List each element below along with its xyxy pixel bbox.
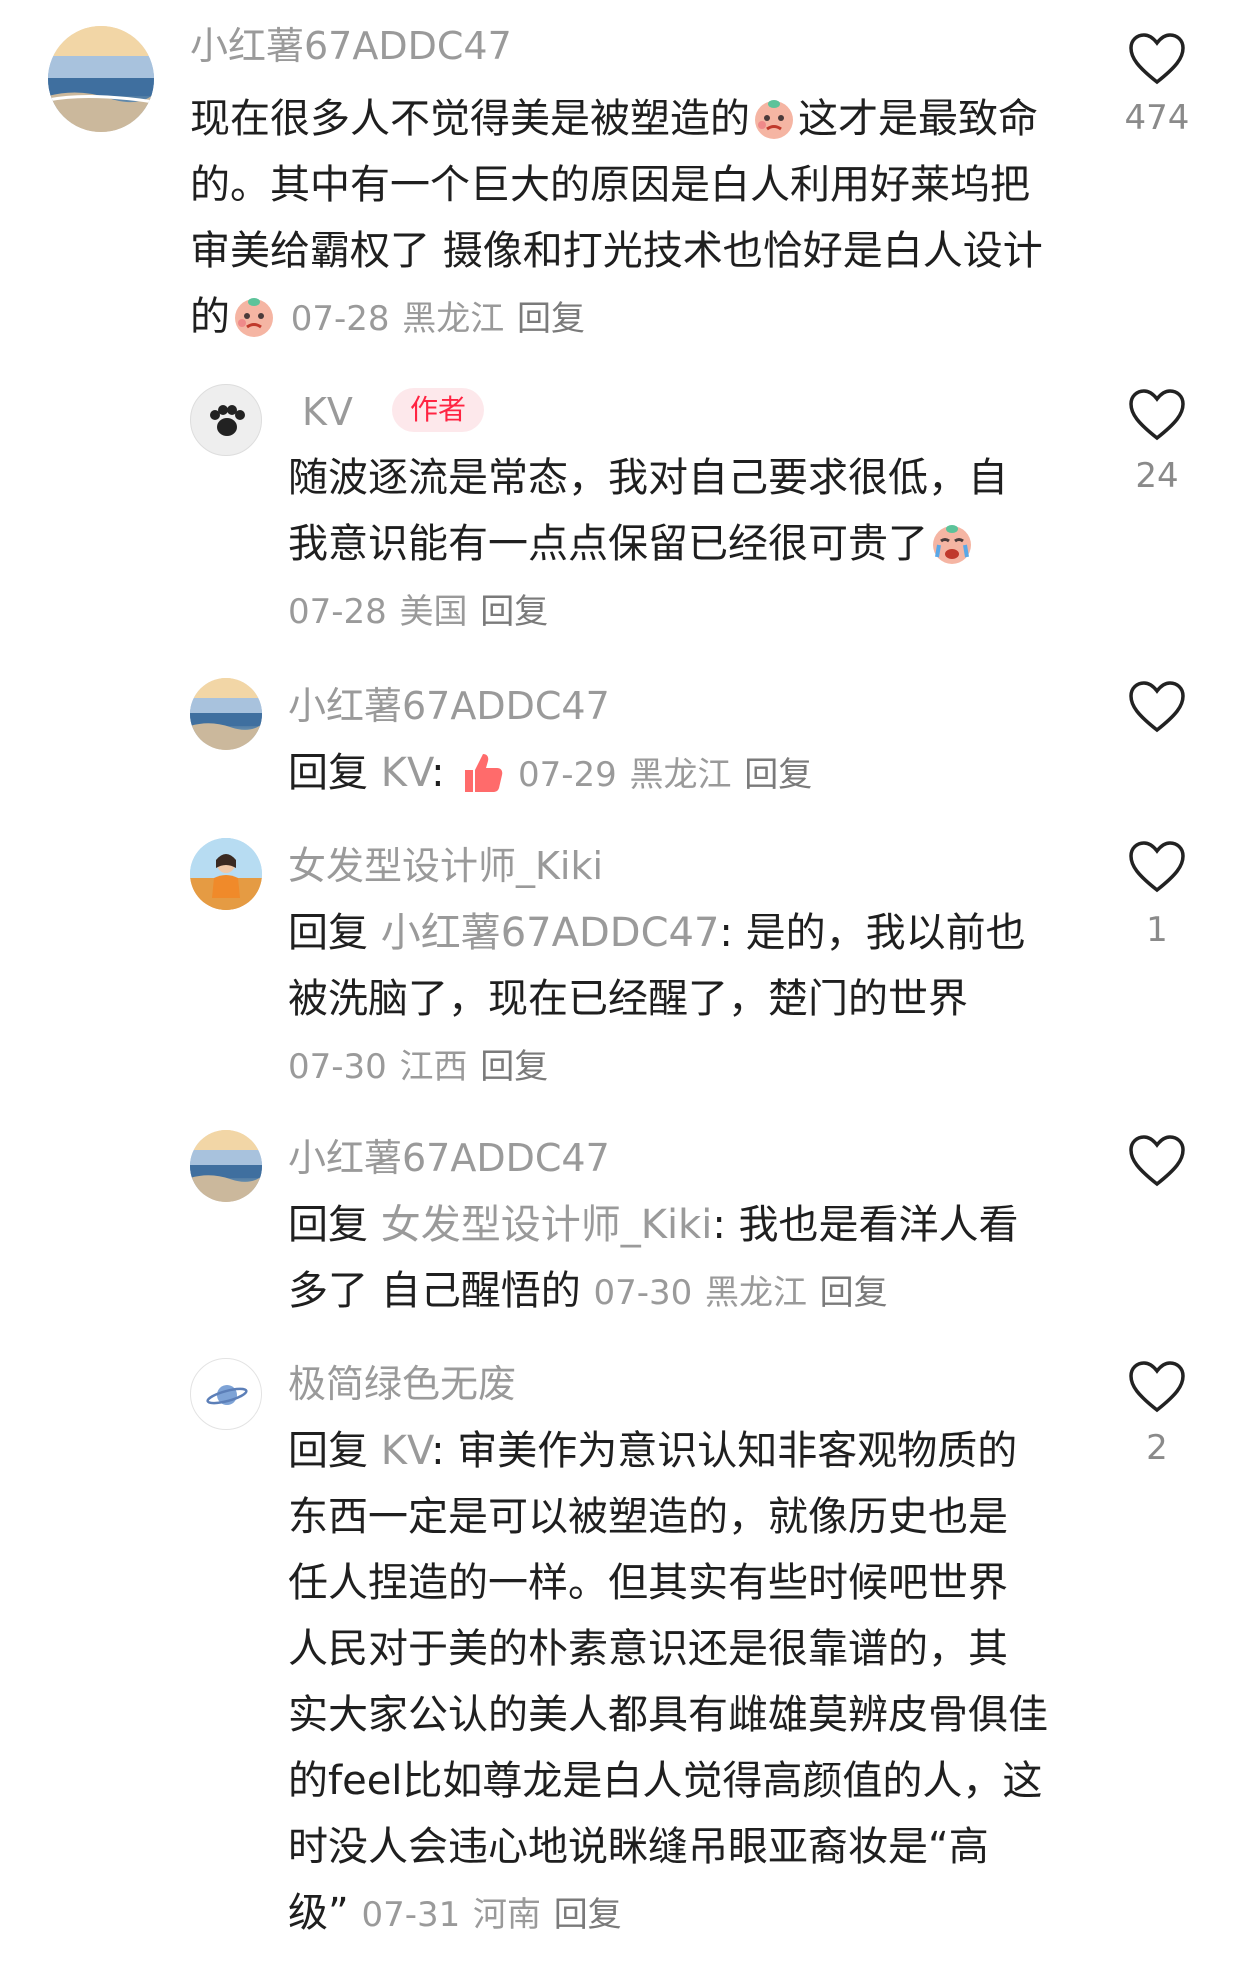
comment-text-line: 的feel比如尊龙是白人觉得高颜值的人，这 bbox=[288, 1758, 1043, 1804]
comment-date: 07-28 bbox=[290, 299, 390, 339]
username[interactable]: 小红薯67ADDC47 bbox=[288, 684, 610, 728]
username[interactable]: 女发型设计师_Kiki bbox=[288, 844, 603, 888]
comment-text-part: 现在很多人不觉得美是被塑造的 bbox=[190, 96, 750, 142]
comment-text: 回复 KV: 07-29 黑龙江 回复 bbox=[288, 740, 1108, 808]
like-count: 2 bbox=[1146, 1428, 1168, 1468]
reply-target[interactable]: 女发型设计师_Kiki bbox=[381, 1202, 713, 1248]
reply-prefix: 回复 bbox=[288, 1428, 368, 1474]
sea-avatar[interactable] bbox=[190, 1130, 262, 1202]
crying-face-icon bbox=[928, 519, 976, 567]
like-count: 1 bbox=[1146, 910, 1168, 950]
comment-text-part: : 是的，我以前也 bbox=[719, 910, 1026, 956]
username[interactable]: 极简绿色无废 bbox=[288, 1362, 516, 1406]
reply-button[interactable]: 回复 bbox=[480, 1047, 548, 1087]
comment-text-line: 审美给霸权了 摄像和打光技术也恰好是白人设计 bbox=[190, 228, 1043, 274]
planet-avatar[interactable] bbox=[190, 1358, 262, 1430]
username[interactable]: 小红薯67ADDC47 bbox=[190, 24, 512, 68]
comment-location: 美国 bbox=[399, 592, 468, 632]
like-count: 474 bbox=[1124, 98, 1190, 138]
username[interactable]: 小红薯67ADDC47 bbox=[288, 1136, 610, 1180]
comment-text-line: 随波逐流是常态，我对自己要求很低，自 bbox=[288, 455, 1008, 501]
comment-date: 07-30 bbox=[288, 1047, 387, 1087]
heart-icon[interactable] bbox=[1128, 1360, 1186, 1414]
reply-button[interactable]: 回复 bbox=[554, 1895, 622, 1935]
comment-text: 回复 小红薯67ADDC47: 是的，我以前也 被洗脑了，现在已经醒了，楚门的世… bbox=[288, 900, 1108, 1032]
comment-text: 回复 女发型设计师_Kiki: 我也是看洋人看 多了 自己醒悟的 07-30 黑… bbox=[288, 1192, 1108, 1326]
comment-text-line: 东西一定是可以被塑造的，就像历史也是 bbox=[288, 1494, 1008, 1540]
reply-prefix: 回复 bbox=[288, 910, 368, 956]
comment-text-part: : 我也是看洋人看 bbox=[712, 1202, 1019, 1248]
comment-text: 随波逐流是常态，我对自己要求很低，自 我意识能有一点点保留已经很可贵了 bbox=[288, 445, 1088, 577]
girl-avatar[interactable] bbox=[190, 838, 262, 910]
reply-target[interactable]: 小红薯67ADDC47 bbox=[381, 910, 720, 956]
reply-button[interactable]: 回复 bbox=[517, 299, 585, 339]
reply-target[interactable]: KV bbox=[381, 1428, 431, 1474]
comment-text-part: : 审美作为意识认知非客观物质的 bbox=[431, 1428, 1018, 1474]
comment-location: 黑龙江 bbox=[402, 299, 505, 339]
reply-prefix: 回复 bbox=[288, 750, 368, 796]
comment-text-line: 的 bbox=[190, 294, 230, 340]
comment-text-line: 级” bbox=[288, 1890, 349, 1936]
author-badge: 作者 bbox=[392, 388, 485, 432]
heart-icon[interactable] bbox=[1128, 840, 1186, 894]
reply-colon: : bbox=[431, 750, 445, 796]
comment-text: 回复 KV: 审美作为意识认知非客观物质的 东西一定是可以被塑造的，就像历史也是… bbox=[288, 1418, 1128, 1948]
reply-target[interactable]: KV bbox=[381, 750, 431, 796]
comment-meta: 07-28 美国 回复 bbox=[288, 577, 548, 645]
comment-location: 河南 bbox=[472, 1895, 541, 1935]
comment-location: 黑龙江 bbox=[704, 1273, 807, 1313]
heart-icon[interactable] bbox=[1128, 680, 1186, 734]
comment-date: 07-31 bbox=[361, 1895, 461, 1935]
comment-text-line: 任人捏造的一样。但其实有些时候吧世界 bbox=[288, 1560, 1008, 1606]
username[interactable]: KV bbox=[302, 390, 353, 434]
comment-date: 07-30 bbox=[593, 1273, 693, 1313]
sea-avatar[interactable] bbox=[190, 678, 262, 750]
reply-button[interactable]: 回复 bbox=[480, 592, 548, 632]
comment-text-line: 被洗脑了，现在已经醒了，楚门的世界 bbox=[288, 976, 968, 1022]
comment-text-line: 实大家公认的美人都具有雌雄莫辨皮骨俱佳 bbox=[288, 1692, 1048, 1738]
comment-meta: 07-30 江西 回复 bbox=[288, 1032, 548, 1100]
comment-text-line: 多了 自己醒悟的 bbox=[288, 1268, 581, 1314]
heart-icon[interactable] bbox=[1128, 388, 1186, 442]
reply-prefix: 回复 bbox=[288, 1202, 368, 1248]
sea-avatar[interactable] bbox=[48, 26, 154, 132]
comment-text: 现在很多人不觉得美是被塑造的 这才是最致命 的。其中有一个巨大的原因是白人利用好莱… bbox=[190, 86, 1090, 352]
comment-text-part: 这才是最致命 bbox=[798, 96, 1038, 142]
comment-date: 07-29 bbox=[517, 755, 617, 795]
paw-avatar[interactable] bbox=[190, 384, 262, 456]
comment-location: 黑龙江 bbox=[629, 755, 732, 795]
crying-face-icon bbox=[750, 94, 798, 142]
comment-text-line: 的。其中有一个巨大的原因是白人利用好莱坞把 bbox=[190, 162, 1030, 208]
like-count: 24 bbox=[1135, 456, 1179, 496]
crying-face-icon bbox=[230, 292, 278, 340]
comment-text-line: 我意识能有一点点保留已经很可贵了 bbox=[288, 521, 928, 567]
heart-icon[interactable] bbox=[1128, 32, 1186, 86]
comment-text-line: 人民对于美的朴素意识还是很靠谱的，其 bbox=[288, 1626, 1008, 1672]
reply-button[interactable]: 回复 bbox=[744, 755, 812, 795]
reply-button[interactable]: 回复 bbox=[820, 1273, 888, 1313]
comment-date: 07-28 bbox=[288, 592, 387, 632]
thumbs-up-icon bbox=[457, 748, 505, 796]
heart-icon[interactable] bbox=[1128, 1134, 1186, 1188]
comment-location: 江西 bbox=[399, 1047, 468, 1087]
comment-text-line: 时没人会违心地说眯缝吊眼亚裔妆是“高 bbox=[288, 1824, 989, 1870]
